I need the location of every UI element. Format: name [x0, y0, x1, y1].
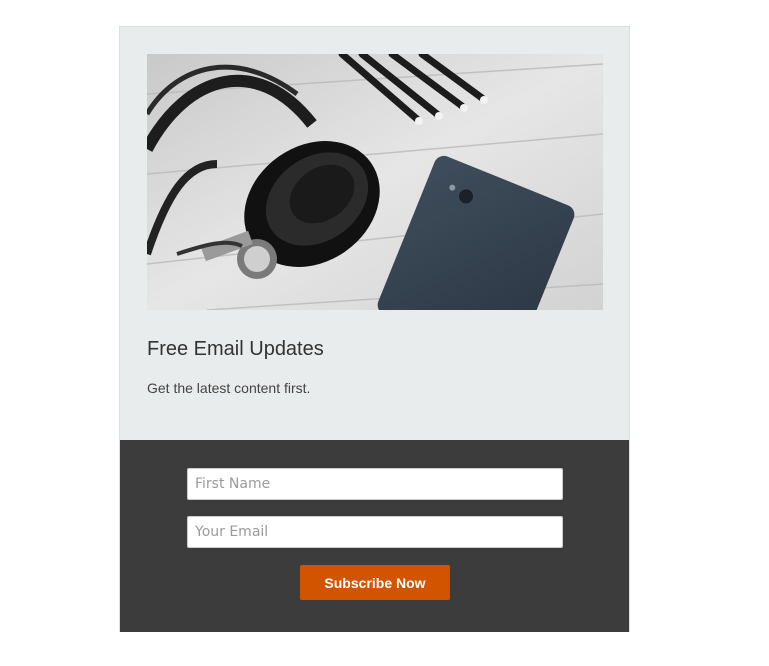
first-name-input[interactable] — [187, 468, 563, 500]
optin-title: Free Email Updates — [147, 338, 324, 360]
optin-subtitle: Get the latest content first. — [147, 380, 311, 396]
email-input[interactable] — [187, 516, 563, 548]
optin-header-section: Free Email Updates Get the latest conten… — [120, 27, 629, 440]
subscribe-button[interactable]: Subscribe Now — [300, 565, 450, 600]
optin-image — [147, 54, 603, 310]
optin-form: Subscribe Now — [120, 440, 629, 632]
email-optin-card: Free Email Updates Get the latest conten… — [119, 26, 630, 632]
